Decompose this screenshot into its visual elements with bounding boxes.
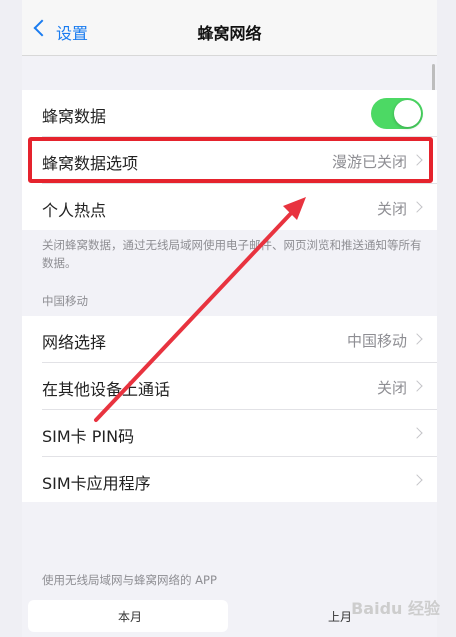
watermark-logo: Baidu 经验 [351, 599, 440, 618]
arrow-annotation [94, 197, 306, 422]
arrow-shaft [94, 206, 298, 422]
